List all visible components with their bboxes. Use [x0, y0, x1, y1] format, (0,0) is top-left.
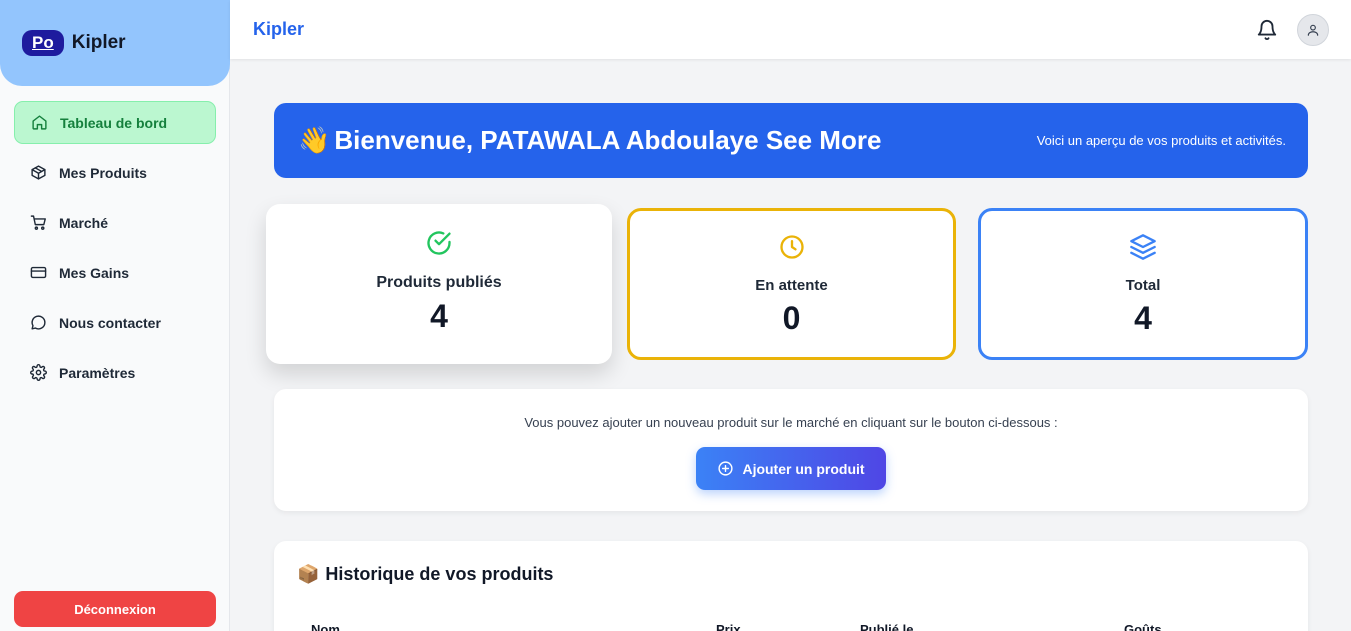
- sidebar-item-nous-contacter[interactable]: Nous contacter: [14, 301, 216, 344]
- column-header-prix[interactable]: Prix: [716, 622, 741, 631]
- stat-value: 4: [1134, 300, 1152, 336]
- stat-value: 4: [430, 298, 448, 334]
- brand-name: Kipler: [71, 32, 126, 53]
- sidebar-item-label: Nous contacter: [59, 314, 161, 331]
- topbar-title[interactable]: Kipler: [253, 19, 304, 40]
- sidebar-item-parametres[interactable]: Paramètres: [14, 351, 216, 394]
- welcome-subtitle: Voici un aperçu de vos produits et activ…: [1036, 133, 1286, 148]
- sidebar-item-tableau-de-bord[interactable]: Tableau de bord: [14, 101, 216, 144]
- sidebar-item-marche[interactable]: Marché: [14, 201, 216, 244]
- topbar: Kipler: [230, 0, 1351, 59]
- sidebar-item-label: Paramètres: [59, 364, 136, 381]
- stat-card-total: Total 4: [978, 208, 1308, 360]
- sidebar-item-label: Marché: [59, 214, 109, 231]
- add-product-label: Ajouter un produit: [742, 460, 865, 477]
- cart-icon: [30, 215, 46, 230]
- sidebar-item-label: Mes Produits: [59, 164, 147, 181]
- stat-card-pending: En attente 0: [627, 208, 956, 360]
- stat-label: Total: [1125, 277, 1161, 294]
- sidebar-item-label: Mes Gains: [59, 264, 130, 281]
- stat-label: Produits publiés: [376, 274, 502, 291]
- waving-hand-icon: 👋: [298, 125, 331, 155]
- welcome-title: 👋 Bienvenue, PATAWALA Abdoulaye See More: [298, 125, 881, 156]
- stat-label: En attente: [755, 277, 828, 294]
- message-circle-icon: [31, 315, 46, 330]
- stat-card-published: Produits publiés 4: [266, 204, 612, 364]
- brand-header[interactable]: Po Kipler: [0, 0, 230, 86]
- welcome-banner: 👋 Bienvenue, PATAWALA Abdoulaye See More…: [274, 103, 1308, 178]
- logout-button[interactable]: Déconnexion: [14, 591, 216, 627]
- add-product-instructions: Vous pouvez ajouter un nouveau produit s…: [524, 415, 1058, 430]
- sidebar: Po Kipler Tableau de bord Mes Produits M…: [0, 0, 230, 631]
- sidebar-item-mes-produits[interactable]: Mes Produits: [14, 151, 216, 194]
- package-icon: [31, 165, 46, 180]
- plus-circle-icon: [718, 461, 734, 476]
- clock-icon: [779, 235, 804, 259]
- sidebar-nav: Tableau de bord Mes Produits Marché Mes …: [14, 101, 216, 401]
- history-heading: Historique de vos produits: [325, 564, 554, 584]
- add-product-button[interactable]: Ajouter un produit: [696, 447, 886, 490]
- layers-icon: [1130, 234, 1156, 260]
- stat-value: 0: [782, 300, 801, 336]
- avatar[interactable]: [1297, 14, 1329, 46]
- bell-icon[interactable]: [1256, 19, 1278, 41]
- column-header-nom[interactable]: Nom: [311, 622, 340, 631]
- package-emoji-icon: 📦: [297, 564, 320, 584]
- add-product-card: Vous pouvez ajouter un nouveau produit s…: [274, 389, 1308, 511]
- history-title: 📦 Historique de vos produits: [297, 564, 553, 585]
- check-circle-icon: [427, 231, 451, 255]
- welcome-heading: Bienvenue, PATAWALA Abdoulaye See More: [334, 125, 882, 155]
- home-icon: [32, 115, 47, 130]
- column-header-publie-le[interactable]: Publié le: [860, 622, 913, 631]
- brand-badge: Po: [22, 30, 64, 56]
- sidebar-item-mes-gains[interactable]: Mes Gains: [14, 251, 216, 294]
- user-icon: [1307, 24, 1319, 36]
- gear-icon: [30, 364, 47, 381]
- column-header-gouts[interactable]: Goûts: [1124, 622, 1162, 631]
- sidebar-item-label: Tableau de bord: [60, 114, 168, 131]
- credit-card-icon: [30, 266, 47, 279]
- product-history-card: 📦 Historique de vos produits Nom Prix Pu…: [274, 541, 1308, 631]
